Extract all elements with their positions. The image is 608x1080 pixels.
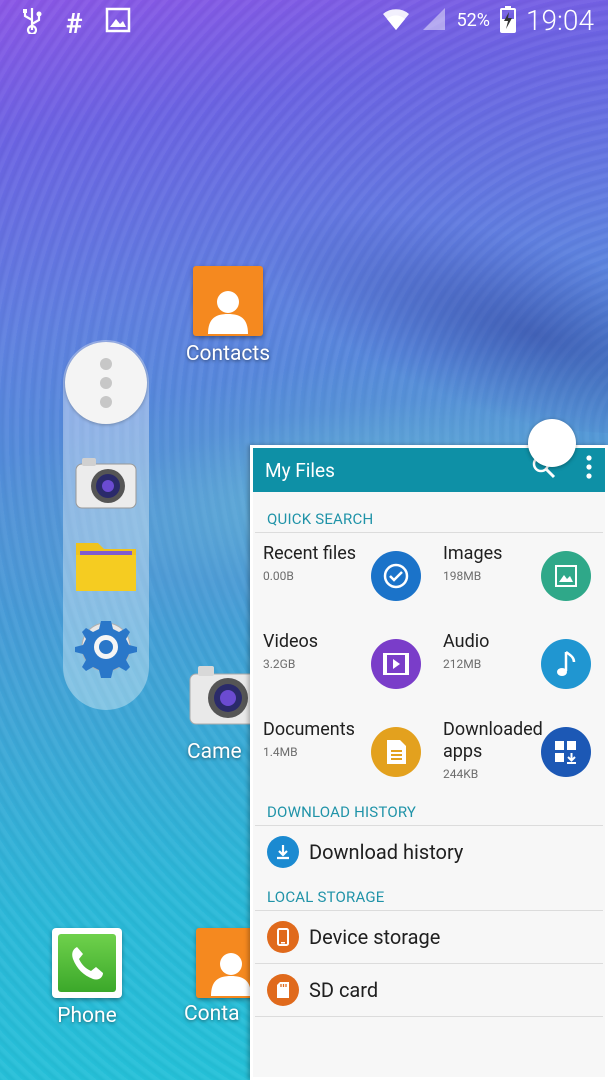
contacts-app-icon[interactable]: Contacts [175, 266, 281, 366]
my-files-title: My Files [265, 458, 335, 482]
videos-icon [371, 639, 421, 689]
device-storage-item[interactable]: Device storage [255, 911, 603, 964]
category-images[interactable]: Images 198MB [433, 533, 605, 621]
tray-more-options-handle[interactable] [65, 342, 147, 424]
category-audio[interactable]: Audio 212MB [433, 621, 605, 709]
tray-folder-icon[interactable] [73, 532, 139, 598]
category-downloaded-apps[interactable]: Downloaded apps 244KB [433, 709, 605, 797]
images-icon [541, 551, 591, 601]
category-documents[interactable]: Documents 1.4MB [253, 709, 433, 797]
category-recent-files[interactable]: Recent files 0.00B [253, 533, 433, 621]
contacts-icon [193, 266, 263, 336]
my-files-window[interactable]: My Files QUICK SEARCH Recent files 0.00B… [250, 445, 608, 1080]
wifi-icon [381, 6, 411, 36]
window-resize-handle[interactable] [528, 419, 576, 467]
apps-download-icon [541, 727, 591, 777]
category-name: Downloaded apps [443, 719, 543, 762]
contacts-label: Contacts [185, 342, 271, 366]
download-history-header: DOWNLOAD HISTORY [255, 797, 603, 826]
sd-card-icon [267, 974, 299, 1006]
sd-card-item[interactable]: SD card [255, 964, 603, 1017]
phone-tile [52, 928, 122, 998]
sd-card-label: SD card [309, 978, 379, 1002]
phone-app-icon[interactable]: Phone [46, 928, 128, 1028]
download-history-label: Download history [309, 840, 464, 864]
clock: 19:04 [525, 4, 594, 37]
document-icon [371, 727, 421, 777]
quick-search-header: QUICK SEARCH [255, 492, 603, 533]
music-note-icon [541, 639, 591, 689]
device-storage-label: Device storage [309, 925, 441, 949]
multi-window-tray[interactable] [63, 340, 149, 710]
battery-charging-icon [499, 5, 516, 37]
device-phone-icon [267, 921, 299, 953]
status-bar: # 52% 19:04 [0, 0, 608, 44]
usb-icon [20, 6, 44, 41]
tray-camera-icon[interactable] [73, 450, 139, 516]
camera-icon [188, 660, 258, 730]
contacts-dock-label: Conta [184, 1002, 240, 1026]
image-notification-icon [105, 7, 131, 40]
phone-label: Phone [57, 1004, 117, 1028]
recent-files-icon [371, 551, 421, 601]
quick-search-grid: Recent files 0.00B Images 198MB Videos 3… [253, 533, 605, 797]
download-history-item[interactable]: Download history [255, 826, 603, 878]
category-videos[interactable]: Videos 3.2GB [253, 621, 433, 709]
hash-icon: # [66, 7, 83, 40]
more-options-icon[interactable] [585, 454, 593, 485]
camera-app-icon[interactable]: Came [180, 660, 260, 764]
phone-icon [58, 934, 116, 992]
signal-icon [421, 6, 447, 36]
battery-percent: 52% [456, 10, 490, 31]
tray-settings-icon[interactable] [73, 614, 139, 680]
contacts-dock-icon[interactable]: Conta [184, 928, 266, 1026]
local-storage-header: LOCAL STORAGE [255, 878, 603, 911]
download-icon [267, 836, 299, 868]
